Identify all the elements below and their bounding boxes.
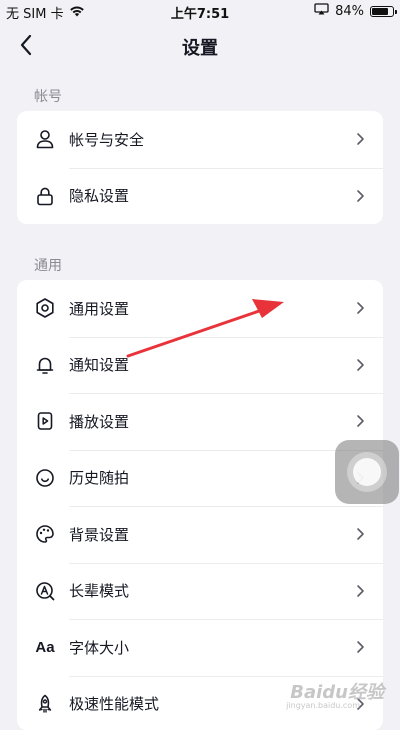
settings-item-label: 隐私设置 xyxy=(69,185,353,206)
battery-icon xyxy=(370,6,394,17)
chevron-right-icon xyxy=(353,358,367,372)
settings-item-history[interactable]: 历史随拍 xyxy=(17,450,383,507)
nav-bar: 设置 xyxy=(0,22,400,68)
assistive-touch-ring xyxy=(347,452,387,492)
battery-percent: 84% xyxy=(335,4,364,19)
settings-item-label: 通用设置 xyxy=(69,298,353,319)
chevron-right-icon xyxy=(353,640,367,654)
settings-item-general[interactable]: 通用设置 xyxy=(17,280,383,337)
settings-item-font-size[interactable]: Aa 字体大小 xyxy=(17,619,383,676)
settings-item-background[interactable]: 背景设置 xyxy=(17,506,383,563)
account-card: 帐号与安全 隐私设置 xyxy=(17,111,383,224)
chevron-right-icon xyxy=(353,301,367,315)
section-label-general: 通用 xyxy=(34,255,62,275)
screen-mirroring-icon xyxy=(314,3,329,19)
settings-item-playback[interactable]: 播放设置 xyxy=(17,393,383,450)
page-title: 设置 xyxy=(0,34,400,60)
settings-item-privacy[interactable]: 隐私设置 xyxy=(17,168,383,225)
elder-mode-icon xyxy=(33,579,57,603)
battery-level xyxy=(372,8,388,15)
section-label-account: 帐号 xyxy=(34,86,62,106)
history-icon xyxy=(33,466,57,490)
chevron-right-icon xyxy=(353,189,367,203)
settings-item-account-security[interactable]: 帐号与安全 xyxy=(17,111,383,168)
chevron-right-icon xyxy=(353,584,367,598)
palette-icon xyxy=(33,522,57,546)
settings-item-notifications[interactable]: 通知设置 xyxy=(17,337,383,394)
general-card: 通用设置 通知设置 播放设置 历史随拍 xyxy=(17,280,383,730)
settings-item-label: 帐号与安全 xyxy=(69,129,353,150)
rocket-icon xyxy=(33,692,57,716)
watermark-url: jingyan.baidu.com xyxy=(286,701,360,710)
settings-item-label: 通知设置 xyxy=(69,354,353,375)
person-icon xyxy=(33,127,57,151)
assistive-touch-core xyxy=(353,458,381,486)
status-right: 84% xyxy=(314,3,394,19)
status-bar: 无 SIM 卡 上午7:51 84% xyxy=(0,0,400,22)
settings-item-label: 播放设置 xyxy=(69,411,353,432)
lock-icon xyxy=(33,184,57,208)
chevron-right-icon xyxy=(353,527,367,541)
play-icon xyxy=(33,409,57,433)
settings-item-label: 字体大小 xyxy=(69,637,353,658)
bell-icon xyxy=(33,353,57,377)
settings-item-label: 背景设置 xyxy=(69,524,353,545)
settings-item-label: 长辈模式 xyxy=(69,580,353,601)
chevron-right-icon xyxy=(353,414,367,428)
gear-icon xyxy=(33,296,57,320)
chevron-right-icon xyxy=(353,132,367,146)
settings-item-elder-mode[interactable]: 长辈模式 xyxy=(17,563,383,620)
settings-item-label: 历史随拍 xyxy=(69,467,353,488)
font-size-icon: Aa xyxy=(33,635,57,659)
assistive-touch-button[interactable] xyxy=(335,440,399,504)
